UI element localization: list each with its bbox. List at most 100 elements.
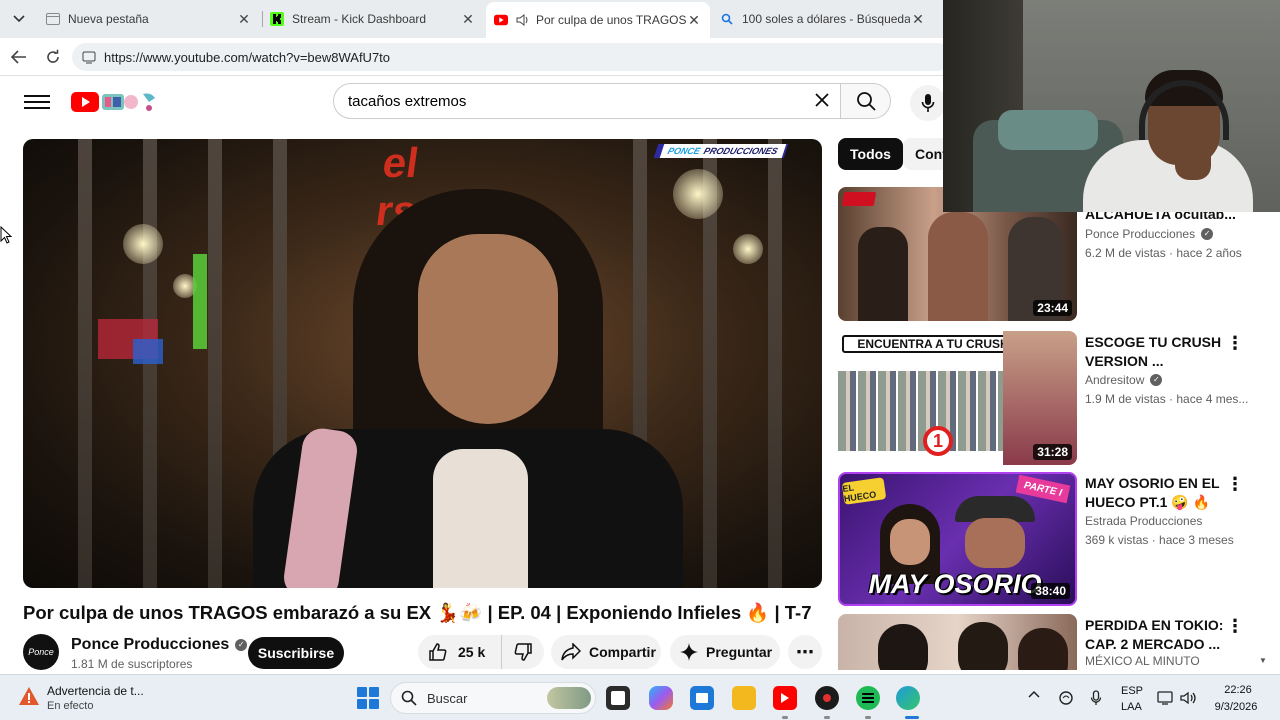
chip-all[interactable]: Todos — [838, 138, 903, 170]
share-icon — [561, 643, 581, 661]
warning-icon[interactable] — [18, 685, 40, 707]
task-view-icon[interactable] — [606, 686, 630, 710]
recommendation-channel[interactable]: MÉXICO AL MINUTO — [1085, 654, 1200, 668]
search-highlight-image — [547, 687, 591, 709]
keyboard-layout[interactable]: LAA — [1121, 701, 1142, 713]
file-explorer-icon[interactable] — [732, 686, 756, 710]
recommendation-title[interactable]: ESCOGE TU CRUSH VERSION ... — [1085, 333, 1225, 371]
recommendation-channel[interactable]: Estrada Producciones — [1085, 514, 1202, 528]
recommendation-meta: 1.9 M de vistas · hace 4 mes... — [1085, 392, 1249, 406]
start-button[interactable] — [357, 687, 379, 709]
fence-bar — [78, 139, 92, 588]
more-options-icon[interactable]: ⋮ — [1226, 474, 1244, 495]
channel-name[interactable]: Ponce Producciones ✓ — [71, 636, 248, 654]
tab-title: Stream - Kick Dashboard — [292, 12, 427, 26]
recommendation-item[interactable]: ENCUENTRA A TU CRUSH 1 31:28 ESCOGE TU C… — [838, 331, 1278, 465]
thumbs-down-icon — [514, 643, 532, 661]
reload-icon — [47, 49, 59, 63]
ask-button[interactable]: Preguntar — [670, 635, 780, 669]
tab-kick-dashboard[interactable]: Stream - Kick Dashboard ✕ — [262, 4, 484, 34]
spotify-icon[interactable] — [856, 686, 880, 710]
clock-date[interactable]: 9/3/2026 — [1206, 701, 1266, 713]
search-icon — [720, 12, 734, 26]
recommendation-channel[interactable]: Andresitow ✓ — [1085, 373, 1163, 387]
recommendation-item[interactable]: EL HUECO PARTE I MAY OSORIO 38:40 MAY OS… — [838, 472, 1278, 606]
tab-new-tab[interactable]: Nueva pestaña ✕ — [38, 4, 260, 34]
cam-person-hand — [1175, 140, 1211, 180]
search-button[interactable] — [841, 83, 891, 119]
street-light — [733, 234, 763, 264]
tab-title: Por culpa de unos TRAGOS em — [536, 13, 686, 27]
share-button[interactable]: Compartir — [551, 635, 661, 669]
cam-pillow — [998, 110, 1098, 150]
input-language[interactable]: ESP — [1121, 685, 1143, 697]
taskbar-search[interactable]: Buscar — [390, 682, 596, 714]
reload-button[interactable] — [40, 44, 66, 70]
running-indicator — [865, 716, 871, 719]
video-duration: 31:28 — [1033, 444, 1072, 460]
running-indicator — [824, 716, 830, 719]
search-icon — [401, 690, 417, 706]
more-actions-button[interactable]: ⋯ — [788, 635, 822, 669]
running-indicator — [782, 716, 788, 719]
close-tab-icon[interactable]: ✕ — [460, 11, 476, 28]
recommendation-meta: 6.2 M de vistas · hace 2 años — [1085, 246, 1242, 260]
video-duration: 23:44 — [1033, 300, 1072, 316]
menu-icon[interactable] — [24, 91, 50, 111]
close-tab-icon[interactable]: ✕ — [686, 12, 702, 29]
speaker-icon[interactable] — [516, 13, 530, 27]
recommendation-meta: 369 k vistas · hace 3 meses — [1085, 533, 1234, 547]
channel-avatar[interactable]: Ponce — [23, 634, 59, 670]
youtube-app-icon[interactable] — [773, 686, 797, 710]
site-info-icon[interactable] — [82, 50, 96, 64]
scroll-down-arrow-icon[interactable]: ▼ — [1259, 656, 1269, 666]
tab-search-dropdown-button[interactable] — [6, 6, 32, 32]
back-button[interactable] — [6, 44, 32, 70]
video-thumbnail[interactable]: EL HUECO PARTE I MAY OSORIO 38:40 — [838, 472, 1077, 606]
search-icon — [856, 92, 876, 111]
close-tab-icon[interactable]: ✕ — [236, 11, 252, 28]
youtube-header — [0, 77, 946, 125]
more-options-icon[interactable]: ⋮ — [1226, 333, 1244, 354]
youtube-logo[interactable] — [71, 90, 157, 114]
store-icon[interactable] — [690, 686, 714, 710]
recommendation-title[interactable]: PERDIDA EN TOKIO: CAP. 2 MERCADO ... — [1085, 616, 1225, 654]
volume-icon[interactable] — [1179, 688, 1199, 708]
edge-icon[interactable] — [896, 686, 920, 710]
mouse-cursor-icon — [0, 226, 12, 244]
thumb-figure — [958, 622, 1008, 670]
video-thumbnail[interactable]: ENCUENTRA A TU CRUSH 1 31:28 — [838, 331, 1077, 465]
webcam-overlay — [943, 0, 1280, 212]
notification-title[interactable]: Advertencia de t... — [47, 684, 144, 698]
recommendation-title[interactable]: MAY OSORIO EN EL HUECO PT.1 🤪 🔥 — [1085, 474, 1225, 512]
address-bar[interactable]: https://www.youtube.com/watch?v=bew8WAfU… — [72, 43, 952, 71]
clock-time[interactable]: 22:26 — [1210, 684, 1266, 696]
tray-app-icon[interactable] — [1056, 688, 1076, 708]
like-button[interactable]: 25 k — [418, 635, 502, 669]
microphone-icon[interactable] — [1086, 688, 1106, 708]
search-box[interactable] — [333, 83, 841, 119]
clear-search-icon[interactable] — [814, 91, 830, 114]
microphone-icon — [921, 94, 935, 112]
thumbnail-headline: MAY OSORIO — [868, 568, 1042, 599]
tab-search-results[interactable]: 100 soles a dólares - Búsqueda ✕ — [712, 4, 934, 34]
recommendation-item[interactable]: PERDIDA EN TOKIO: CAP. 2 MERCADO ... MÉX… — [838, 614, 1278, 670]
neon-sign — [193, 254, 207, 349]
close-tab-icon[interactable]: ✕ — [910, 11, 926, 28]
chevron-down-icon — [13, 15, 25, 23]
chevron-up-icon[interactable] — [1028, 690, 1040, 698]
network-icon[interactable] — [1156, 688, 1176, 708]
tab-youtube-video[interactable]: Por culpa de unos TRAGOS em ✕ — [486, 2, 710, 38]
voice-search-button[interactable] — [910, 85, 946, 121]
search-input[interactable] — [348, 92, 788, 110]
dislike-button[interactable] — [502, 642, 544, 662]
more-options-icon[interactable]: ⋮ — [1226, 616, 1244, 637]
windows-taskbar: Advertencia de t... En efecto Buscar ESP… — [0, 674, 1280, 720]
thumb-figure — [1018, 628, 1068, 670]
obs-icon[interactable] — [815, 686, 839, 710]
video-thumbnail[interactable] — [838, 614, 1077, 670]
recommendation-channel[interactable]: Ponce Producciones ✓ — [1085, 227, 1214, 241]
subscribe-button[interactable]: Suscribirse — [248, 637, 344, 669]
video-player[interactable]: el rsu PONCE PRODUCCIONES — [23, 139, 822, 588]
copilot-icon[interactable] — [649, 686, 673, 710]
